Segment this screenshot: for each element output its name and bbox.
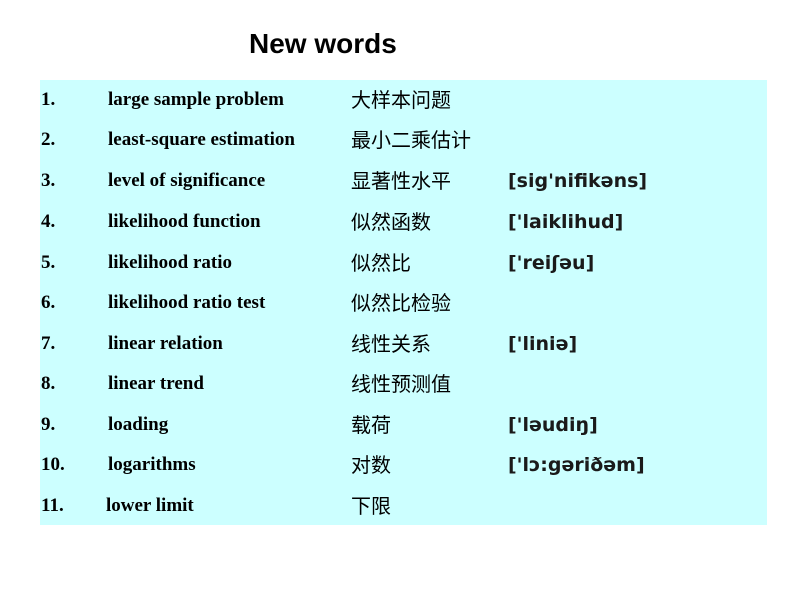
item-term: large sample problem bbox=[108, 89, 284, 110]
item-chinese: 载荷 bbox=[351, 413, 391, 437]
list-item: 3. level of significance 显著性水平 [sig'nifi… bbox=[40, 161, 767, 201]
list-item: 1. large sample problem 大样本问题 bbox=[40, 80, 767, 120]
item-phonetic: [sig'nifikəns] bbox=[508, 170, 648, 192]
item-phonetic: ['liniə] bbox=[508, 333, 578, 355]
list-item: 5. likelihood ratio 似然比 ['reiʃəu] bbox=[40, 243, 767, 283]
item-number: 6. bbox=[41, 292, 56, 313]
item-chinese: 对数 bbox=[351, 453, 391, 477]
list-item: 9. loading 载荷 ['ləudiŋ] bbox=[40, 405, 767, 445]
item-phonetic: ['reiʃəu] bbox=[508, 252, 595, 274]
item-chinese: 线性关系 bbox=[351, 332, 431, 356]
item-number: 7. bbox=[41, 333, 56, 354]
item-phonetic: ['ləudiŋ] bbox=[508, 414, 598, 436]
item-chinese: 大样本问题 bbox=[351, 88, 451, 112]
item-term: likelihood function bbox=[108, 211, 261, 232]
item-number: 4. bbox=[41, 211, 56, 232]
item-term: level of significance bbox=[108, 170, 266, 191]
item-term: logarithms bbox=[108, 454, 196, 475]
item-term: linear trend bbox=[108, 373, 204, 394]
item-number: 9. bbox=[41, 414, 56, 435]
item-number: 8. bbox=[41, 373, 56, 394]
item-term: loading bbox=[108, 414, 169, 435]
item-number: 2. bbox=[41, 129, 56, 150]
item-chinese: 显著性水平 bbox=[351, 169, 451, 193]
list-item: 2. least-square estimation 最小二乘估计 bbox=[40, 120, 767, 160]
item-chinese: 似然函数 bbox=[351, 210, 431, 234]
list-item: 8. linear trend 线性预测值 bbox=[40, 364, 767, 404]
item-chinese: 最小二乘估计 bbox=[351, 128, 471, 152]
list-item: 4. likelihood function 似然函数 ['laiklihud] bbox=[40, 202, 767, 242]
item-chinese: 似然比 bbox=[351, 251, 411, 275]
item-term: least-square estimation bbox=[108, 129, 295, 150]
item-number: 10. bbox=[41, 454, 65, 475]
item-number: 11. bbox=[41, 495, 64, 516]
list-item: 6. likelihood ratio test 似然比检验 bbox=[40, 283, 767, 323]
page-title: New words bbox=[249, 28, 397, 59]
item-chinese: 线性预测值 bbox=[351, 372, 451, 396]
item-term: linear relation bbox=[108, 333, 223, 354]
item-term: lower limit bbox=[106, 495, 194, 516]
list-item: 11. lower limit 下限 bbox=[40, 486, 767, 526]
item-phonetic: ['lɔ:gəriðəm] bbox=[508, 454, 645, 476]
item-chinese: 似然比检验 bbox=[351, 291, 451, 315]
word-list: 1. large sample problem 大样本问题 2. least-s… bbox=[40, 80, 767, 525]
item-chinese: 下限 bbox=[351, 494, 391, 518]
item-number: 1. bbox=[41, 89, 56, 110]
item-number: 5. bbox=[41, 252, 56, 273]
list-item: 10. logarithms 对数 ['lɔ:gəriðəm] bbox=[40, 445, 767, 485]
item-term: likelihood ratio bbox=[108, 252, 233, 273]
item-term: likelihood ratio test bbox=[108, 292, 266, 313]
item-phonetic: ['laiklihud] bbox=[508, 211, 624, 233]
list-item: 7. linear relation 线性关系 ['liniə] bbox=[40, 324, 767, 364]
item-number: 3. bbox=[41, 170, 56, 191]
